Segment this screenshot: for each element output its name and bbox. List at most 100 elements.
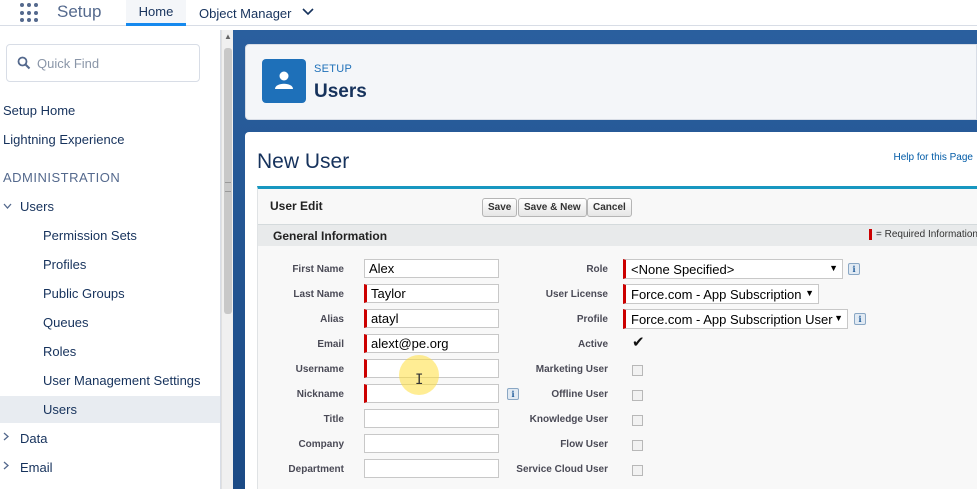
- sidebar-item-user-management-settings[interactable]: User Management Settings: [0, 368, 220, 392]
- sidebar-heading-administration: ADMINISTRATION: [3, 170, 121, 185]
- department-label: Department: [288, 464, 344, 475]
- chevron-right-icon[interactable]: [3, 461, 17, 473]
- main-content: SETUP Users New User Help for this Page …: [233, 30, 977, 489]
- marketing-user-label: Marketing User: [535, 364, 608, 375]
- app-title: Setup: [57, 2, 102, 21]
- required-legend: = Required Information: [868, 229, 977, 241]
- cancel-button[interactable]: Cancel: [587, 198, 632, 217]
- role-value: <None Specified>: [631, 261, 735, 277]
- help-link[interactable]: Help for this Page: [894, 152, 974, 163]
- last-name-label: Last Name: [293, 289, 344, 300]
- role-label: Role: [586, 264, 608, 275]
- required-legend-text: = Required Information: [875, 229, 977, 241]
- service-cloud-user-label: Service Cloud User: [516, 464, 608, 475]
- quick-find-input[interactable]: [37, 53, 187, 73]
- first-name-label: First Name: [292, 264, 344, 275]
- title-field[interactable]: [364, 409, 499, 428]
- app-launcher-icon[interactable]: [20, 3, 40, 23]
- page-header: SETUP Users: [245, 44, 977, 120]
- alias-label: Alias: [320, 314, 344, 325]
- dropdown-arrow-icon[interactable]: ▼: [829, 263, 838, 273]
- company-field[interactable]: [364, 434, 499, 453]
- flow-user-checkbox[interactable]: [632, 440, 643, 451]
- sidebar-item-label: Users: [20, 198, 54, 214]
- active-checkbox[interactable]: ✔: [632, 333, 645, 351]
- header-title: Users: [314, 81, 367, 102]
- role-select[interactable]: <None Specified> ▼: [623, 259, 843, 279]
- page-title: New User: [257, 150, 350, 173]
- sidebar-item-profiles[interactable]: Profiles: [0, 252, 220, 276]
- title-label: Title: [323, 414, 344, 425]
- sidebar-item-permission-sets[interactable]: Permission Sets: [0, 223, 220, 247]
- username-label: Username: [295, 364, 344, 375]
- sidebar-item-users[interactable]: Users: [0, 396, 220, 423]
- user-license-value: Force.com - App Subscription: [631, 286, 802, 302]
- offline-user-label: Offline User: [551, 389, 608, 400]
- nickname-label: Nickname: [296, 389, 344, 400]
- text-cursor-icon: I: [415, 372, 424, 388]
- quick-find-box[interactable]: [6, 44, 200, 82]
- user-edit-form: User Edit Save Save & New Cancel General…: [257, 186, 977, 489]
- sidebar-item-users-group[interactable]: Users: [0, 194, 220, 218]
- tab-home[interactable]: Home: [126, 0, 186, 26]
- offline-user-checkbox[interactable]: [632, 390, 643, 401]
- chevron-right-icon[interactable]: [3, 432, 17, 444]
- chevron-down-icon[interactable]: [3, 200, 17, 212]
- header-eyebrow: SETUP: [314, 63, 353, 75]
- alias-field[interactable]: [364, 309, 499, 328]
- general-information-header: General Information = Required Informati…: [258, 224, 977, 246]
- sidebar-item-label: Public Groups: [43, 285, 125, 301]
- company-label: Company: [298, 439, 344, 450]
- tab-object-manager[interactable]: Object Manager: [190, 0, 330, 26]
- scrollbar-thumb[interactable]: [224, 48, 232, 314]
- scroll-up-arrow-icon[interactable]: ▲: [224, 32, 232, 41]
- global-header: Setup Home Object Manager: [0, 0, 977, 26]
- scrollbar-grip: [225, 182, 231, 192]
- save-button[interactable]: Save: [482, 198, 518, 217]
- sidebar-scrollbar[interactable]: ▲: [221, 30, 233, 489]
- user-license-select[interactable]: Force.com - App Subscription ▼: [623, 284, 819, 304]
- sidebar-item-email[interactable]: Email: [0, 455, 220, 479]
- sidebar-item-label: User Management Settings: [43, 372, 201, 388]
- sidebar-item-setup-home[interactable]: Setup Home: [0, 98, 220, 122]
- user-icon: [262, 59, 306, 103]
- department-field[interactable]: [364, 459, 499, 478]
- sidebar-item-public-groups[interactable]: Public Groups: [0, 281, 220, 305]
- last-name-field[interactable]: [364, 284, 499, 303]
- profile-value: Force.com - App Subscription User: [631, 311, 833, 327]
- required-marker: [868, 229, 872, 240]
- sidebar-item-label: Permission Sets: [43, 227, 137, 243]
- marketing-user-checkbox[interactable]: [632, 365, 643, 376]
- dropdown-arrow-icon[interactable]: ▼: [834, 313, 843, 323]
- subsection-title: General Information: [273, 229, 388, 243]
- info-icon[interactable]: i: [854, 313, 866, 325]
- sidebar-item-label: Data: [20, 430, 48, 446]
- email-field[interactable]: [364, 334, 499, 353]
- profile-select[interactable]: Force.com - App Subscription User ▼: [623, 309, 848, 329]
- chevron-down-icon[interactable]: [301, 7, 314, 19]
- tab-home-label: Home: [138, 4, 174, 19]
- sidebar-item-lightning-experience[interactable]: Lightning Experience: [0, 127, 220, 151]
- first-name-field[interactable]: [364, 259, 499, 278]
- tab-object-manager-label: Object Manager: [199, 5, 292, 21]
- sidebar-item-label: Queues: [43, 314, 89, 330]
- sidebar-item-label: Roles: [43, 343, 77, 359]
- dropdown-arrow-icon[interactable]: ▼: [805, 288, 814, 298]
- sidebar-item-label: Users: [43, 402, 77, 417]
- info-icon[interactable]: i: [848, 263, 860, 275]
- sidebar-item-label: Profiles: [43, 256, 87, 272]
- search-icon: [17, 56, 31, 70]
- section-title: User Edit: [270, 199, 323, 213]
- setup-sidebar: Setup Home Lightning Experience ADMINIST…: [0, 30, 221, 489]
- sidebar-item-queues[interactable]: Queues: [0, 310, 220, 334]
- service-cloud-user-checkbox[interactable]: [632, 465, 643, 476]
- save-and-new-button[interactable]: Save & New: [518, 198, 587, 217]
- sidebar-item-data[interactable]: Data: [0, 426, 220, 450]
- active-label: Active: [577, 339, 608, 350]
- knowledge-user-checkbox[interactable]: [632, 415, 643, 426]
- sidebar-item-roles[interactable]: Roles: [0, 339, 220, 363]
- flow-user-label: Flow User: [560, 439, 608, 450]
- sidebar-item-label: Lightning Experience: [3, 131, 125, 147]
- sidebar-item-label: Email: [20, 459, 53, 475]
- email-label: Email: [317, 339, 344, 350]
